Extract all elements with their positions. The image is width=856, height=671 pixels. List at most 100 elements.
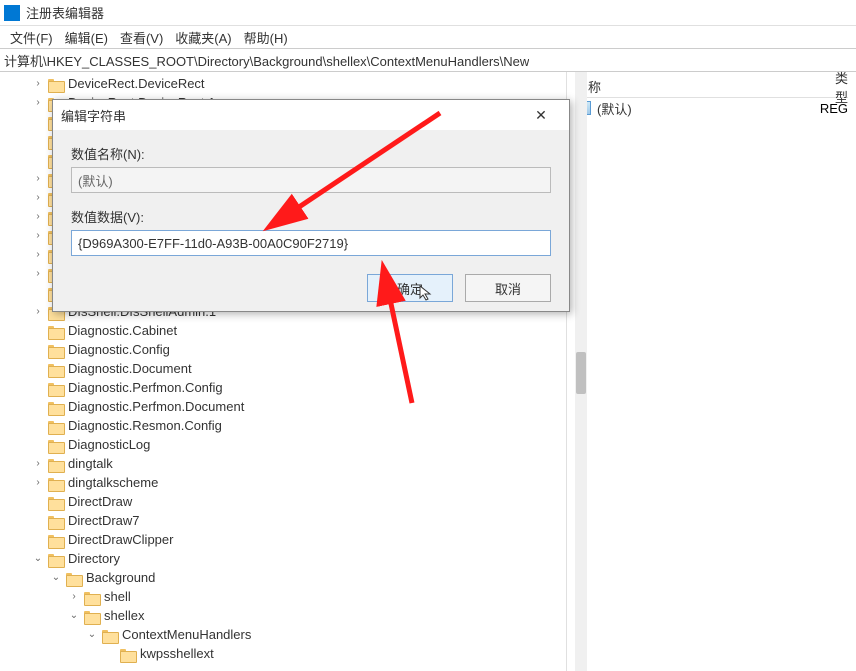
chevron-right-icon[interactable]: ›: [30, 266, 46, 282]
tree-row[interactable]: › DeviceRect.DeviceRect: [0, 74, 566, 93]
tree-node-label: Diagnostic.Resmon.Config: [68, 418, 222, 433]
tree-row[interactable]: Diagnostic.Perfmon.Document: [0, 397, 566, 416]
chevron-down-icon[interactable]: ⌄: [30, 551, 46, 567]
folder-icon: [48, 476, 64, 490]
value-name-label: 数值名称(N):: [71, 144, 551, 163]
address-bar[interactable]: 计算机\HKEY_CLASSES_ROOT\Directory\Backgrou…: [0, 48, 856, 72]
tree-row[interactable]: kwpsshellext: [0, 644, 566, 663]
menu-file[interactable]: 文件(F): [4, 26, 59, 48]
edit-string-dialog: 编辑字符串 ✕ 数值名称(N): 数值数据(V): 确定 取消: [52, 99, 570, 312]
tree-row[interactable]: ⌄ shellex: [0, 606, 566, 625]
menu-help[interactable]: 帮助(H): [238, 26, 294, 48]
tree-node-label: Background: [86, 570, 155, 585]
scroll-thumb[interactable]: [576, 352, 586, 394]
chevron-down-icon[interactable]: ⌄: [84, 627, 100, 643]
chevron-right-icon[interactable]: ›: [30, 190, 46, 206]
chevron-right-icon[interactable]: ›: [30, 456, 46, 472]
menu-view[interactable]: 查看(V): [114, 26, 169, 48]
chevron-right-icon[interactable]: ›: [66, 589, 82, 605]
ok-button[interactable]: 确定: [367, 274, 453, 302]
tree-node-label: dingtalk: [68, 456, 113, 471]
tree-row[interactable]: Diagnostic.Document: [0, 359, 566, 378]
tree-node-label: DeviceRect.DeviceRect: [68, 76, 205, 91]
menu-favorites[interactable]: 收藏夹(A): [169, 26, 237, 48]
tree-row[interactable]: › dingtalkscheme: [0, 473, 566, 492]
tree-row[interactable]: DirectDraw7: [0, 511, 566, 530]
chevron-right-icon[interactable]: ›: [30, 475, 46, 491]
tree-node-label: Directory: [68, 551, 120, 566]
value-name: (默认): [597, 99, 632, 118]
tree-node-label: Diagnostic.Cabinet: [68, 323, 177, 338]
tree-node-label: DirectDraw: [68, 494, 132, 509]
tree-scrollbar[interactable]: [575, 72, 587, 671]
folder-icon: [48, 533, 64, 547]
folder-icon: [66, 571, 82, 585]
dialog-title-bar[interactable]: 编辑字符串 ✕: [53, 100, 569, 130]
tree-node-label: ContextMenuHandlers: [122, 627, 251, 642]
tree-row[interactable]: Diagnostic.Config: [0, 340, 566, 359]
folder-icon: [48, 77, 64, 91]
list-header: 名称 类型: [575, 76, 848, 98]
folder-icon: [48, 438, 64, 452]
chevron-down-icon[interactable]: ⌄: [48, 570, 64, 586]
tree-node-label: dingtalkscheme: [68, 475, 158, 490]
chevron-right-icon[interactable]: ›: [30, 95, 46, 111]
dialog-body: 数值名称(N): 数值数据(V): 确定 取消: [53, 130, 569, 312]
chevron-right-icon[interactable]: ›: [30, 209, 46, 225]
tree-row[interactable]: ⌄ ContextMenuHandlers: [0, 625, 566, 644]
chevron-right-icon[interactable]: ›: [30, 247, 46, 263]
folder-icon: [48, 343, 64, 357]
tree-node-label: Diagnostic.Perfmon.Config: [68, 380, 223, 395]
chevron-down-icon[interactable]: ⌄: [66, 608, 82, 624]
chevron-right-icon[interactable]: ›: [30, 171, 46, 187]
list-pane[interactable]: 名称 类型 (默认) REG: [567, 72, 856, 671]
tree-node-label: kwpsshellext: [140, 646, 214, 661]
tree-node-label: DirectDraw7: [68, 513, 140, 528]
menu-bar: 文件(F) 编辑(E) 查看(V) 收藏夹(A) 帮助(H): [0, 26, 856, 48]
folder-icon: [48, 495, 64, 509]
folder-icon: [84, 590, 100, 604]
tree-node-label: DiagnosticLog: [68, 437, 150, 452]
regedit-icon: [4, 5, 20, 21]
tree-row[interactable]: Diagnostic.Cabinet: [0, 321, 566, 340]
tree-row[interactable]: Diagnostic.Perfmon.Config: [0, 378, 566, 397]
folder-icon: [48, 457, 64, 471]
dialog-buttons: 确定 取消: [71, 256, 551, 302]
list-row[interactable]: (默认) REG: [575, 98, 848, 118]
tree-node-label: DirectDrawClipper: [68, 532, 173, 547]
column-name[interactable]: 名称: [575, 77, 835, 96]
folder-icon: [102, 628, 118, 642]
folder-icon: [48, 552, 64, 566]
folder-icon: [48, 514, 64, 528]
tree-row[interactable]: › shell: [0, 587, 566, 606]
chevron-right-icon[interactable]: ›: [30, 304, 46, 320]
chevron-right-icon[interactable]: ›: [30, 76, 46, 92]
tree-node-label: Diagnostic.Config: [68, 342, 170, 357]
close-button[interactable]: ✕: [521, 102, 561, 128]
folder-icon: [120, 647, 136, 661]
value-type: REG: [820, 101, 848, 116]
tree-row[interactable]: ⌄ Background: [0, 568, 566, 587]
tree-row[interactable]: DirectDrawClipper: [0, 530, 566, 549]
folder-icon: [48, 419, 64, 433]
value-data-field[interactable]: [71, 230, 551, 256]
address-text: 计算机\HKEY_CLASSES_ROOT\Directory\Backgrou…: [4, 51, 529, 70]
tree-node-label: shellex: [104, 608, 144, 623]
value-name-field: [71, 167, 551, 193]
tree-row[interactable]: ⌄ Directory: [0, 549, 566, 568]
menu-edit[interactable]: 编辑(E): [59, 26, 114, 48]
app-title: 注册表编辑器: [26, 3, 104, 22]
value-data-label: 数值数据(V):: [71, 207, 551, 226]
tree-row[interactable]: › dingtalk: [0, 454, 566, 473]
folder-icon: [48, 362, 64, 376]
dialog-title: 编辑字符串: [61, 106, 126, 125]
tree-node-label: shell: [104, 589, 131, 604]
tree-row[interactable]: DiagnosticLog: [0, 435, 566, 454]
chevron-right-icon[interactable]: ›: [30, 228, 46, 244]
tree-row[interactable]: DirectDraw: [0, 492, 566, 511]
folder-icon: [48, 400, 64, 414]
cancel-button[interactable]: 取消: [465, 274, 551, 302]
tree-node-label: Diagnostic.Document: [68, 361, 192, 376]
folder-icon: [84, 609, 100, 623]
tree-row[interactable]: Diagnostic.Resmon.Config: [0, 416, 566, 435]
